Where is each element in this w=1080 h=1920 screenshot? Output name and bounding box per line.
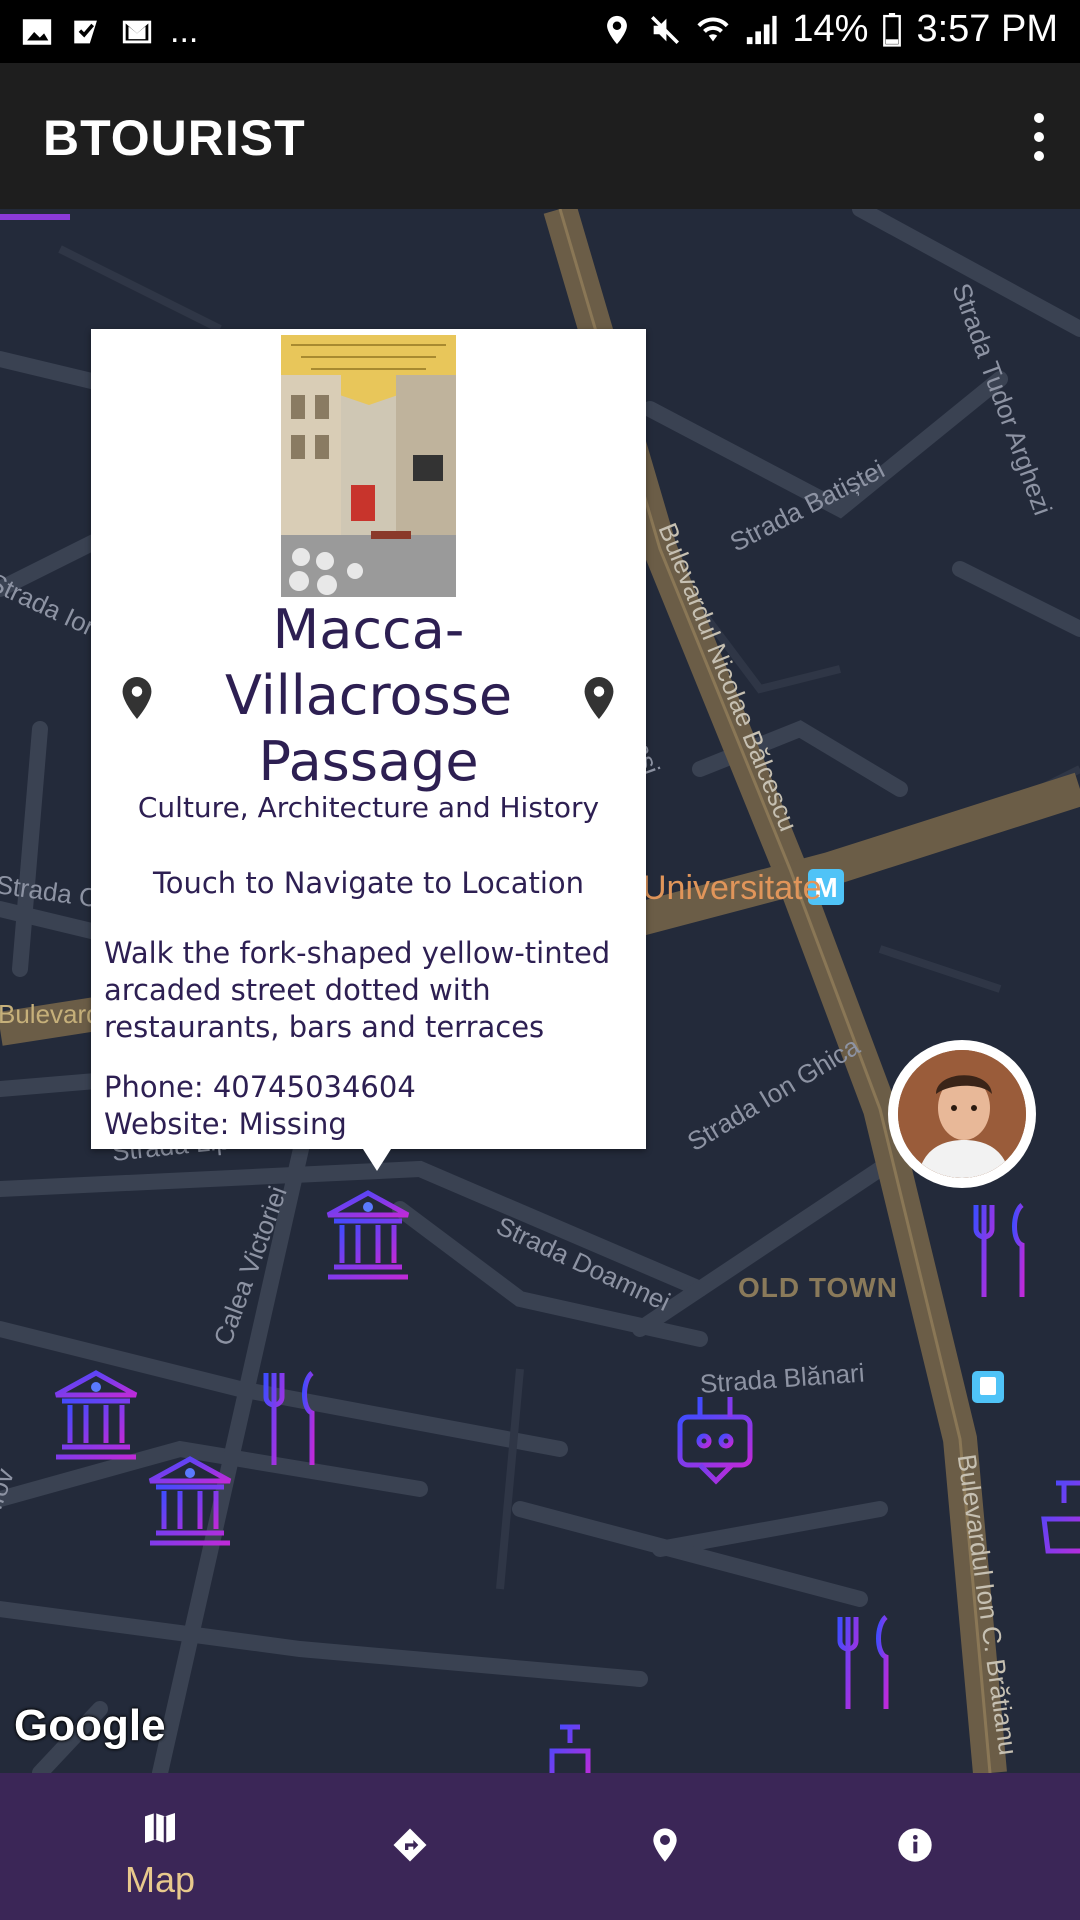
place-info-window[interactable]: Macca-Villacrosse Passage Culture, Archi… bbox=[91, 329, 646, 1171]
bottom-navigation: Map bbox=[0, 1773, 1080, 1920]
location-icon bbox=[607, 15, 628, 44]
nav-map-tab[interactable]: Map bbox=[0, 1773, 270, 1920]
task-notification-icon bbox=[74, 20, 97, 43]
nav-directions-tab[interactable] bbox=[270, 1773, 540, 1920]
more-vert-icon[interactable] bbox=[1024, 113, 1054, 169]
wifi-icon bbox=[697, 17, 729, 41]
status-bar: ... 14% 3:57 PM bbox=[0, 0, 1080, 63]
street-label-universitate: Universitate bbox=[642, 869, 822, 907]
theater-marker-icon[interactable] bbox=[670, 1389, 760, 1489]
place-icon bbox=[653, 1828, 677, 1862]
map-icon bbox=[145, 1813, 175, 1843]
app-title: BTOURIST bbox=[43, 110, 306, 166]
museum-marker-icon[interactable] bbox=[318, 1187, 418, 1287]
more-notifications-text: ... bbox=[170, 12, 199, 50]
navigate-to-location-link[interactable]: Touch to Navigate to Location bbox=[91, 866, 646, 900]
place-photo bbox=[281, 335, 456, 597]
battery-icon bbox=[883, 12, 902, 47]
clock: 3:57 PM bbox=[916, 8, 1058, 50]
place-category: Culture, Architecture and History bbox=[137, 791, 600, 824]
place-website: Website: Missing bbox=[104, 1107, 347, 1141]
restaurant-marker-icon[interactable] bbox=[966, 1201, 1046, 1301]
pin-left-icon bbox=[122, 677, 152, 719]
info-icon bbox=[898, 1828, 932, 1862]
museum-marker-icon[interactable] bbox=[140, 1453, 240, 1553]
user-avatar[interactable] bbox=[888, 1040, 1036, 1188]
bar-marker-icon[interactable] bbox=[540, 1723, 600, 1773]
image-notification-icon bbox=[22, 18, 52, 45]
battery-percent: 14% bbox=[792, 8, 869, 50]
gmail-notification-icon bbox=[122, 20, 152, 43]
google-logo: Google bbox=[14, 1701, 166, 1750]
nav-place-tab[interactable] bbox=[540, 1773, 810, 1920]
place-description: Walk the fork-shaped yellow-tinted arcad… bbox=[104, 936, 611, 1044]
mute-icon bbox=[651, 15, 680, 44]
place-contact: Phone: 40745034604 Website: Missing bbox=[104, 1069, 634, 1143]
signal-icon bbox=[747, 15, 777, 44]
directions-icon bbox=[393, 1828, 427, 1862]
place-phone[interactable]: Phone: 40745034604 bbox=[104, 1069, 634, 1106]
arcade-photo bbox=[281, 335, 456, 597]
avatar-photo bbox=[898, 1050, 1026, 1178]
district-label-old-town: OLD TOWN bbox=[738, 1272, 898, 1303]
bar-marker-icon[interactable] bbox=[1036, 1479, 1080, 1579]
app-bar: BTOURIST bbox=[0, 63, 1080, 209]
nav-info-tab[interactable] bbox=[810, 1773, 1080, 1920]
restaurant-marker-icon[interactable] bbox=[256, 1369, 336, 1469]
pin-right-icon bbox=[584, 677, 614, 719]
place-title: Macca-Villacrosse Passage bbox=[224, 598, 513, 793]
restaurant-marker-icon[interactable] bbox=[830, 1613, 910, 1713]
museum-marker-icon[interactable] bbox=[46, 1367, 146, 1467]
